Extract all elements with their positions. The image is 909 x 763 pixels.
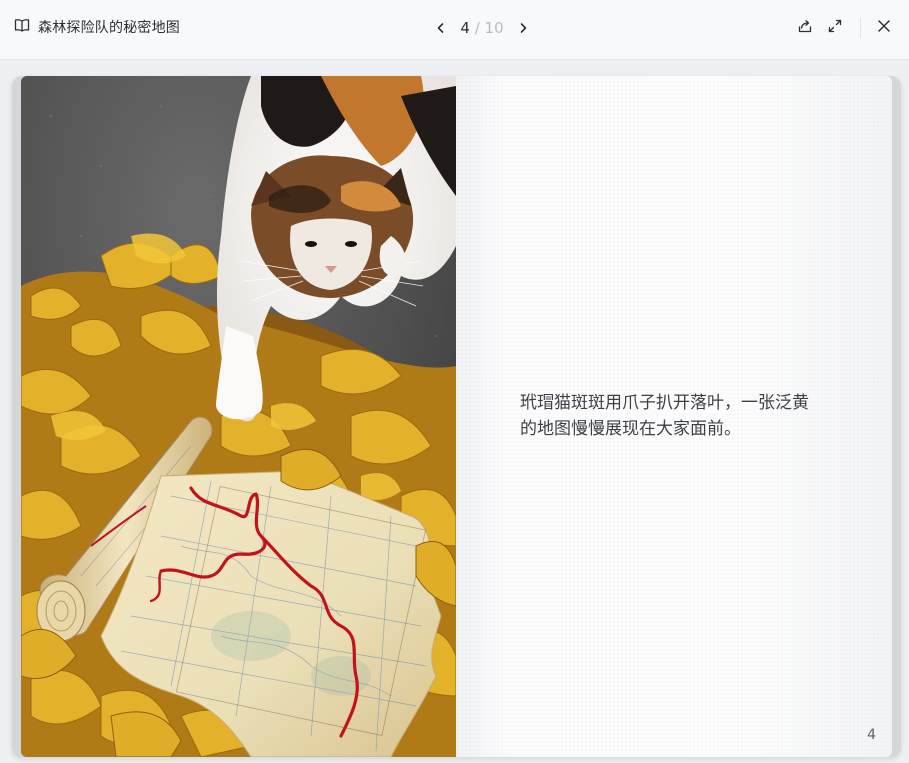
- text-page[interactable]: 玳瑁猫斑斑用爪子扒开落叶，一张泛黄的地图慢慢展现在大家面前。 4: [456, 76, 892, 757]
- expand-icon: [827, 18, 843, 38]
- story-text: 玳瑁猫斑斑用爪子扒开落叶，一张泛黄的地图慢慢展现在大家面前。: [520, 393, 809, 439]
- total-pages: 10: [484, 19, 504, 37]
- top-toolbar: 森林探险队的秘密地图 4 / 10: [0, 0, 909, 60]
- toolbar-divider: [860, 18, 861, 38]
- chevron-left-icon: [435, 19, 447, 38]
- chevron-right-icon: [517, 19, 529, 38]
- book-open-icon: [14, 17, 30, 37]
- current-page: 4: [460, 19, 470, 37]
- previous-page-button[interactable]: [430, 14, 452, 42]
- fullscreen-button[interactable]: [820, 14, 850, 42]
- toolbar-actions: [790, 14, 899, 42]
- page-navigator: 4 / 10: [430, 14, 534, 42]
- page-counter: 4 / 10: [452, 19, 512, 37]
- illustration-page[interactable]: [21, 76, 456, 757]
- close-icon: [876, 18, 892, 38]
- share-icon: [797, 18, 813, 38]
- book-spread: 玳瑁猫斑斑用爪子扒开落叶，一张泛黄的地图慢慢展现在大家面前。 4: [12, 76, 901, 757]
- document-title-group: 森林探险队的秘密地图: [14, 17, 180, 37]
- close-button[interactable]: [869, 14, 899, 42]
- document-title: 森林探险队的秘密地图: [38, 20, 180, 36]
- page-separator: /: [474, 19, 480, 37]
- calico-cat-with-treasure-map: [21, 76, 456, 757]
- next-page-button[interactable]: [512, 14, 534, 42]
- share-button[interactable]: [790, 14, 820, 42]
- page-number: 4: [867, 727, 876, 743]
